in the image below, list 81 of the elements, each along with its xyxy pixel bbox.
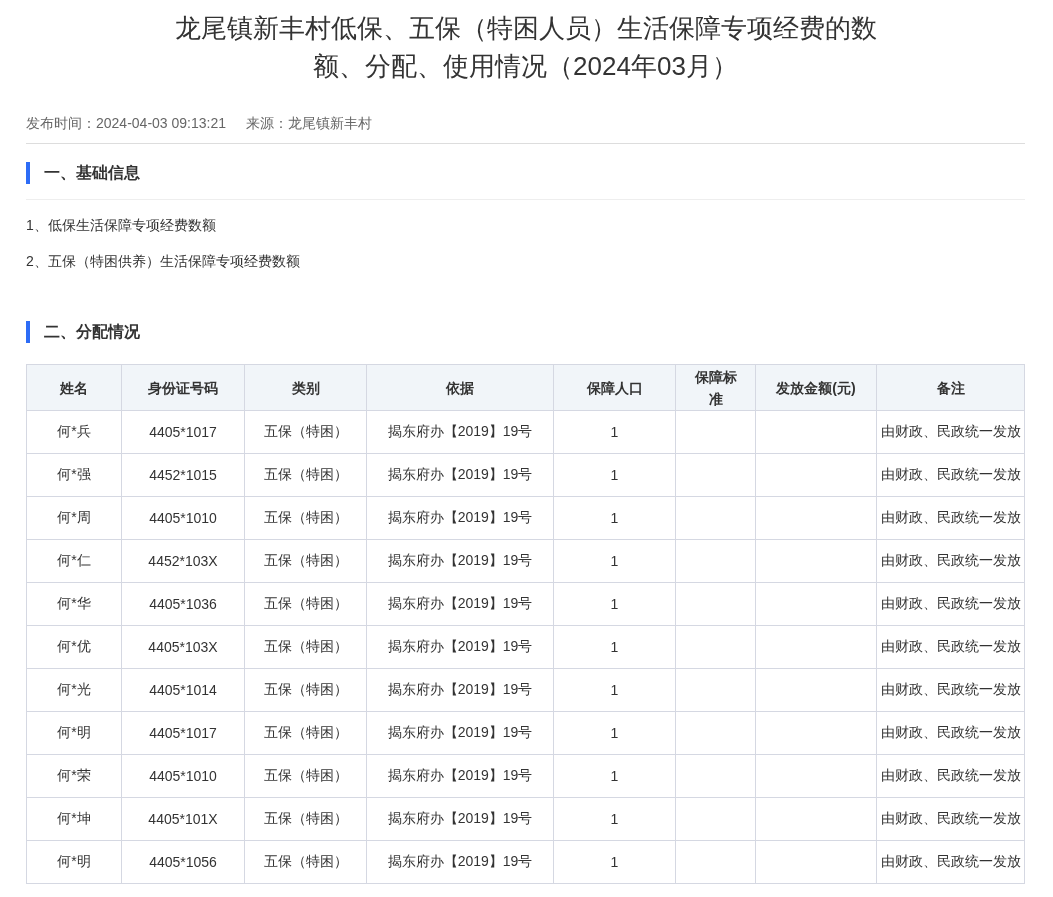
- table-cell: 五保（特困）: [244, 711, 367, 755]
- table-cell: 由财政、民政统一发放: [876, 539, 1025, 583]
- table-cell: 何*兵: [26, 410, 122, 454]
- table-cell: 五保（特困）: [244, 754, 367, 798]
- table-cell: 1: [553, 496, 676, 540]
- column-header: 身份证号码: [121, 364, 245, 411]
- column-header: 保障标准: [675, 364, 756, 411]
- table-cell: 五保（特困）: [244, 453, 367, 497]
- column-header: 依据: [366, 364, 554, 411]
- table-cell: 1: [553, 582, 676, 626]
- list-item: 2、五保（特困供养）生活保障专项经费数额: [26, 252, 301, 271]
- table-cell: 1: [553, 453, 676, 497]
- source-label: 来源：龙尾镇新丰村: [246, 115, 372, 133]
- table-cell: 揭东府办【2019】19号: [366, 754, 554, 798]
- table-cell: 1: [553, 711, 676, 755]
- table-cell: 4452*1015: [121, 453, 245, 497]
- table-cell: 4405*101X: [121, 797, 245, 841]
- table-cell: 何*优: [26, 625, 122, 669]
- table-cell: 由财政、民政统一发放: [876, 840, 1025, 884]
- article-title: 龙尾镇新丰村低保、五保（特困人员）生活保障专项经费的数额、分配、使用情况（2024年03月）: [173, 12, 878, 83]
- table-cell: 4405*1010: [121, 754, 245, 798]
- table-cell: 1: [553, 625, 676, 669]
- table-cell: 五保（特困）: [244, 582, 367, 626]
- table-cell: 五保（特困）: [244, 840, 367, 884]
- table-cell: 揭东府办【2019】19号: [366, 711, 554, 755]
- table-cell: 揭东府办【2019】19号: [366, 797, 554, 841]
- table-cell: 1: [553, 797, 676, 841]
- table-cell: 何*荣: [26, 754, 122, 798]
- table-cell: 五保（特困）: [244, 625, 367, 669]
- table-cell: 揭东府办【2019】19号: [366, 625, 554, 669]
- table-cell: 揭东府办【2019】19号: [366, 453, 554, 497]
- table-cell: 由财政、民政统一发放: [876, 668, 1025, 712]
- table-cell: 何*周: [26, 496, 122, 540]
- table-cell: 揭东府办【2019】19号: [366, 582, 554, 626]
- table-cell: 4452*103X: [121, 539, 245, 583]
- column-header: 姓名: [26, 364, 122, 411]
- table-cell: 1: [553, 840, 676, 884]
- table-cell: 揭东府办【2019】19号: [366, 410, 554, 454]
- section-heading: 二、分配情况: [26, 321, 1025, 343]
- table-cell: 由财政、民政统一发放: [876, 410, 1025, 454]
- table-cell: 由财政、民政统一发放: [876, 582, 1025, 626]
- section-heading: 一、基础信息: [26, 162, 1025, 184]
- table-cell: 4405*1017: [121, 711, 245, 755]
- table-cell: 4405*1010: [121, 496, 245, 540]
- table-cell: 4405*1017: [121, 410, 245, 454]
- table-cell: 何*华: [26, 582, 122, 626]
- table-cell: 由财政、民政统一发放: [876, 496, 1025, 540]
- table-cell: 由财政、民政统一发放: [876, 625, 1025, 669]
- table-cell: 1: [553, 539, 676, 583]
- table-cell: 由财政、民政统一发放: [876, 797, 1025, 841]
- table-cell: 何*坤: [26, 797, 122, 841]
- table-cell: 揭东府办【2019】19号: [366, 496, 554, 540]
- publish-time: 发布时间：2024-04-03 09:13:21: [26, 115, 226, 133]
- table-cell: 五保（特困）: [244, 539, 367, 583]
- list-item: 1、低保生活保障专项经费数额: [26, 216, 217, 235]
- table-cell: 何*强: [26, 453, 122, 497]
- table-cell: 1: [553, 754, 676, 798]
- table-cell: 由财政、民政统一发放: [876, 453, 1025, 497]
- table-cell: 1: [553, 410, 676, 454]
- table-cell: 五保（特困）: [244, 496, 367, 540]
- table-cell: 揭东府办【2019】19号: [366, 668, 554, 712]
- column-header: 发放金额(元): [755, 364, 877, 411]
- table-cell: 4405*1014: [121, 668, 245, 712]
- column-header: 类别: [244, 364, 367, 411]
- table-cell: 由财政、民政统一发放: [876, 754, 1025, 798]
- column-header: 保障人口: [553, 364, 676, 411]
- table-cell: 五保（特困）: [244, 410, 367, 454]
- table-cell: 4405*1036: [121, 582, 245, 626]
- table-cell: 何*仁: [26, 539, 122, 583]
- table-cell: 由财政、民政统一发放: [876, 711, 1025, 755]
- column-header: 备注: [876, 364, 1025, 411]
- table-cell: 揭东府办【2019】19号: [366, 840, 554, 884]
- table-cell: 4405*1056: [121, 840, 245, 884]
- table-cell: 何*光: [26, 668, 122, 712]
- table-cell: 揭东府办【2019】19号: [366, 539, 554, 583]
- table-cell: 4405*103X: [121, 625, 245, 669]
- table-cell: 五保（特困）: [244, 797, 367, 841]
- table-cell: 1: [553, 668, 676, 712]
- table-cell: 何*明: [26, 840, 122, 884]
- table-cell: 何*明: [26, 711, 122, 755]
- table-cell: 五保（特困）: [244, 668, 367, 712]
